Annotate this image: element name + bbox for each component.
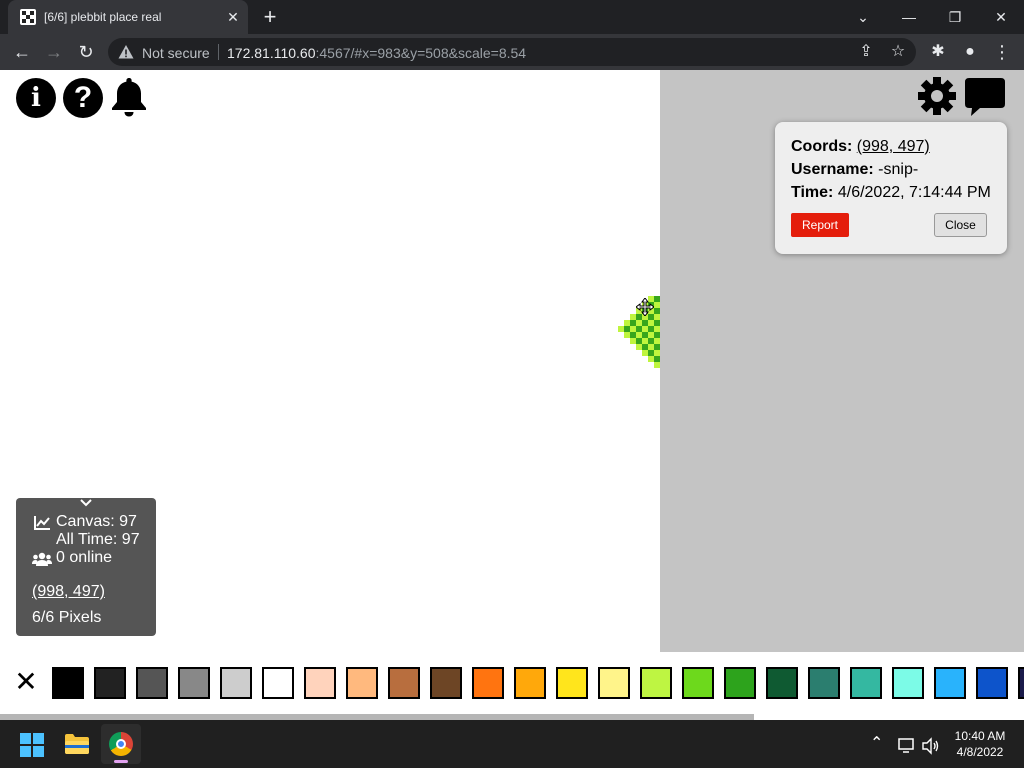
color-swatch[interactable] [304, 667, 336, 699]
report-button[interactable]: Report [791, 213, 849, 237]
coords-row: Coords: (998, 497) [791, 138, 930, 156]
security-label[interactable]: Not secure [142, 45, 210, 61]
color-swatch[interactable] [430, 667, 462, 699]
username-row: Username: -snip- [791, 161, 918, 179]
color-swatch[interactable] [94, 667, 126, 699]
network-icon[interactable] [898, 736, 916, 756]
color-swatch[interactable] [598, 667, 630, 699]
close-window-button[interactable]: ✕ [978, 0, 1024, 34]
username-label: Username: [791, 161, 874, 178]
tray-overflow-chevron-icon[interactable]: ⌃ [870, 734, 883, 754]
warning-icon[interactable] [118, 44, 134, 60]
address-divider [218, 44, 219, 60]
tab-search-icon[interactable]: ⌄ [840, 0, 886, 34]
color-swatch[interactable] [346, 667, 378, 699]
color-swatch[interactable] [514, 667, 546, 699]
color-swatch[interactable] [766, 667, 798, 699]
windows-start-icon[interactable] [20, 733, 44, 757]
stats-coords-link[interactable]: (998, 497) [32, 583, 105, 601]
collapse-chevron-icon[interactable] [78, 498, 94, 510]
tab-title: [6/6] plebbit place real [44, 10, 162, 24]
stats-panel: Canvas: 97 All Time: 97 0 online (998, 4… [16, 498, 156, 636]
color-swatch[interactable] [220, 667, 252, 699]
color-swatch[interactable] [892, 667, 924, 699]
color-swatch[interactable] [850, 667, 882, 699]
chart-icon [34, 516, 50, 530]
color-swatch[interactable] [808, 667, 840, 699]
art-pixel [654, 362, 660, 368]
color-swatch[interactable] [52, 667, 84, 699]
color-swatch[interactable] [556, 667, 588, 699]
color-swatch[interactable] [640, 667, 672, 699]
active-app-indicator [114, 760, 128, 763]
notification-bell-icon[interactable] [110, 76, 148, 118]
restore-button[interactable]: ❐ [932, 0, 978, 34]
url-text[interactable]: 172.81.110.60:4567/#x=983&y=508&scale=8.… [227, 45, 526, 61]
info-icon[interactable]: i [16, 78, 56, 118]
color-swatch[interactable] [1018, 667, 1024, 699]
color-swatch[interactable] [934, 667, 966, 699]
username-value: -snip- [878, 161, 919, 178]
site-favicon-icon [20, 9, 36, 25]
extensions-icon[interactable]: ✱ [926, 40, 950, 64]
chrome-logo-icon [109, 732, 133, 756]
chat-icon[interactable] [964, 76, 1006, 118]
minimize-button[interactable]: — [886, 0, 932, 34]
profile-icon[interactable]: ● [958, 40, 982, 64]
bookmark-star-icon[interactable]: ☆ [886, 40, 910, 64]
pixel-info-popup: Coords: (998, 497) Username: -snip- Time… [775, 122, 1007, 254]
place-page: i ? Coords: (998, 497) Username: -snip- [0, 70, 1024, 720]
color-swatch[interactable] [976, 667, 1008, 699]
pixels-remaining: 6/6 Pixels [32, 609, 102, 626]
reload-button[interactable]: ↻ [74, 40, 98, 64]
close-popup-button[interactable]: Close [934, 213, 987, 237]
online-count: 0 online [56, 549, 113, 566]
time-value: 4/6/2022, 7:14:44 PM [837, 184, 991, 201]
browser-toolbar: ← → ↻ Not secure 172.81.110.60:4567/#x=9… [0, 34, 1024, 70]
color-swatch[interactable] [682, 667, 714, 699]
move-cursor-icon [636, 298, 654, 316]
color-swatch[interactable] [388, 667, 420, 699]
clock-time: 10:40 AM [954, 729, 1006, 743]
browser-tab[interactable]: [6/6] plebbit place real ✕ [8, 0, 248, 34]
volume-icon[interactable] [922, 736, 940, 756]
time-label: Time: [791, 184, 834, 201]
new-tab-button[interactable]: + [258, 5, 282, 29]
url-path: :4567/#x=983&y=508&scale=8.54 [315, 45, 527, 61]
address-bar[interactable]: Not secure 172.81.110.60:4567/#x=983&y=5… [108, 38, 916, 66]
url-host: 172.81.110.60 [227, 45, 316, 61]
color-swatch[interactable] [724, 667, 756, 699]
color-swatch[interactable] [178, 667, 210, 699]
tab-close-icon[interactable]: ✕ [224, 8, 242, 26]
settings-gear-icon[interactable] [917, 76, 957, 116]
system-clock[interactable]: 10:40 AM 4/8/2022 [944, 728, 1016, 760]
chrome-taskbar-icon[interactable] [101, 724, 141, 764]
color-swatch[interactable] [136, 667, 168, 699]
canvas-count: Canvas: 97 [56, 513, 137, 530]
share-icon[interactable]: ⇪ [854, 40, 878, 64]
back-button[interactable]: ← [10, 40, 34, 64]
alltime-count: All Time: 97 [56, 531, 140, 548]
color-swatch[interactable] [262, 667, 294, 699]
coords-label: Coords: [791, 138, 853, 155]
close-palette-icon[interactable]: ✕ [14, 668, 38, 696]
browser-titlebar: [6/6] plebbit place real ✕ + ⌄ — ❐ ✕ [0, 0, 1024, 34]
color-swatch[interactable] [472, 667, 504, 699]
time-row: Time: 4/6/2022, 7:14:44 PM [791, 184, 991, 202]
file-explorer-icon[interactable] [64, 733, 90, 755]
forward-button[interactable]: → [42, 40, 66, 64]
users-icon [32, 552, 52, 566]
browser-menu-icon[interactable]: ⋮ [990, 40, 1014, 64]
color-palette: ✕ [0, 652, 1024, 720]
coords-link[interactable]: (998, 497) [857, 138, 930, 155]
clock-date: 4/8/2022 [956, 745, 1004, 759]
windows-taskbar: ⌃ 10:40 AM 4/8/2022 [0, 720, 1024, 768]
help-icon[interactable]: ? [63, 78, 103, 118]
